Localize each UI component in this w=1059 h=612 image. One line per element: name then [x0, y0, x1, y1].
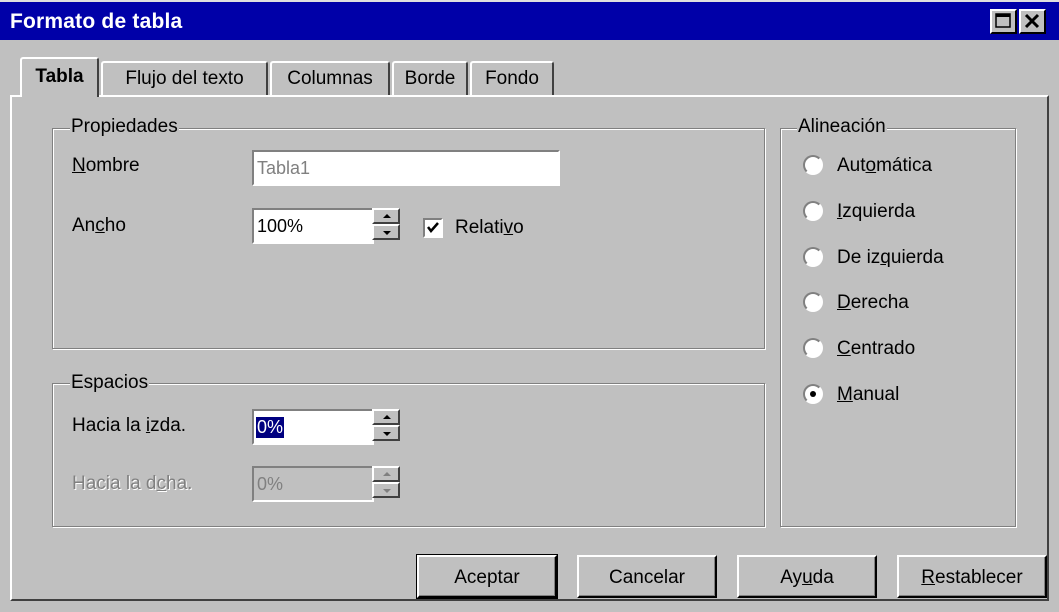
maximize-button[interactable]: [990, 9, 1017, 34]
tab-flujo-del-texto[interactable]: Flujo del texto: [101, 61, 268, 95]
tab-label: Borde: [404, 68, 456, 89]
close-button[interactable]: [1019, 9, 1046, 34]
tab-panel: [10, 95, 1049, 601]
tab-label: Fondo: [485, 68, 539, 89]
tab-label: Tabla: [35, 66, 84, 87]
tab-borde[interactable]: Borde: [392, 61, 468, 95]
tab-label: Flujo del texto: [125, 68, 244, 89]
close-icon: [1024, 13, 1040, 29]
tab-fondo[interactable]: Fondo: [470, 61, 554, 95]
active-tab-join: [22, 94, 97, 97]
tab-label: Columnas: [287, 68, 373, 89]
maximize-icon: [995, 13, 1011, 28]
tab-tabla[interactable]: Tabla: [20, 57, 99, 97]
title-bar[interactable]: Formato de tabla: [0, 0, 1059, 40]
tab-columnas[interactable]: Columnas: [270, 61, 390, 95]
window-title: Formato de tabla: [10, 10, 183, 33]
